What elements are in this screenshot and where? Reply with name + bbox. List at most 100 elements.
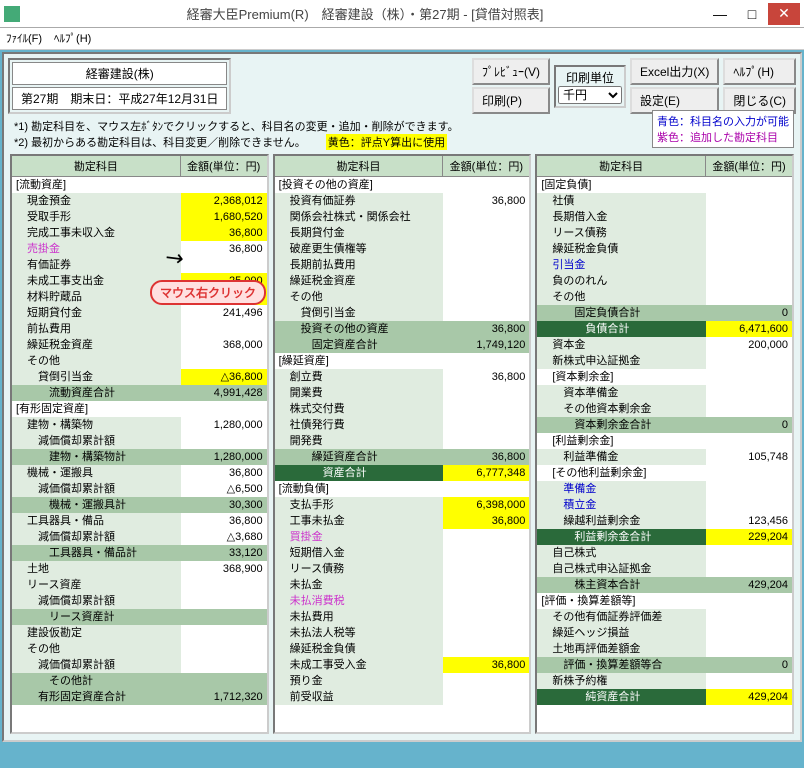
account-row[interactable]: 長期貸付金 — [275, 225, 530, 241]
account-row[interactable]: 有形固定資産合計1,712,320 — [12, 689, 267, 705]
account-row[interactable]: 資本剰余金合計0 — [537, 417, 792, 433]
account-row[interactable]: 流動資産合計4,991,428 — [12, 385, 267, 401]
account-row[interactable]: その他有価証券評価差 — [537, 609, 792, 625]
account-row[interactable]: 未成工事受入金36,800 — [275, 657, 530, 673]
account-row[interactable]: その他 — [12, 353, 267, 369]
account-row[interactable]: 創立費36,800 — [275, 369, 530, 385]
account-row[interactable]: その他 — [275, 289, 530, 305]
account-row[interactable]: 引当金 — [537, 257, 792, 273]
account-row[interactable]: 固定負債合計0 — [537, 305, 792, 321]
account-row[interactable]: 未払法人税等 — [275, 625, 530, 641]
account-row[interactable]: 減価償却累計額△6,500 — [12, 481, 267, 497]
account-row[interactable]: 貸倒引当金 — [275, 305, 530, 321]
account-row[interactable]: リース債務 — [537, 225, 792, 241]
account-row[interactable]: 受取手形1,680,520 — [12, 209, 267, 225]
preview-button[interactable]: ﾌﾟﾚﾋﾞｭｰ(V) — [472, 58, 550, 85]
account-row[interactable]: 利益剰余金合計229,204 — [537, 529, 792, 545]
account-row[interactable]: 短期借入金 — [275, 545, 530, 561]
maximize-button[interactable]: □ — [736, 3, 768, 25]
account-row[interactable]: 資本準備金 — [537, 385, 792, 401]
account-row[interactable]: 負債合計6,471,600 — [537, 321, 792, 337]
account-row[interactable]: その他 — [537, 289, 792, 305]
account-row[interactable]: 繰延資産合計36,800 — [275, 449, 530, 465]
print-button[interactable]: 印刷(P) — [472, 87, 550, 114]
account-row[interactable]: 完成工事未収入金36,800 — [12, 225, 267, 241]
account-row[interactable]: 純資産合計429,204 — [537, 689, 792, 705]
account-row[interactable]: その他 — [12, 641, 267, 657]
account-row[interactable]: 開業費 — [275, 385, 530, 401]
account-row[interactable]: 土地368,900 — [12, 561, 267, 577]
account-row[interactable]: 前払費用 — [12, 321, 267, 337]
account-row[interactable]: [流動負債] — [275, 481, 530, 497]
account-row[interactable]: 現金預金2,368,012 — [12, 193, 267, 209]
account-row[interactable]: 買掛金 — [275, 529, 530, 545]
unit-select[interactable]: 千円 — [558, 86, 622, 104]
account-row[interactable]: 工事未払金36,800 — [275, 513, 530, 529]
excel-button[interactable]: Excel出力(X) — [630, 58, 719, 85]
account-row[interactable]: 新株式申込証拠金 — [537, 353, 792, 369]
account-row[interactable]: 長期借入金 — [537, 209, 792, 225]
account-row[interactable]: [利益剰余金] — [537, 433, 792, 449]
account-row[interactable]: [その他利益剰余金] — [537, 465, 792, 481]
account-row[interactable]: 前受収益 — [275, 689, 530, 705]
account-row[interactable]: [評価・換算差額等] — [537, 593, 792, 609]
account-row[interactable]: 資産合計6,777,348 — [275, 465, 530, 481]
help-button[interactable]: ﾍﾙﾌﾟ(H) — [723, 58, 796, 85]
account-row[interactable]: 預り金 — [275, 673, 530, 689]
account-row[interactable]: 繰延ヘッジ損益 — [537, 625, 792, 641]
account-row[interactable]: [固定負債] — [537, 177, 792, 193]
account-row[interactable]: 未払費用 — [275, 609, 530, 625]
account-row[interactable]: リース資産 — [12, 577, 267, 593]
account-row[interactable]: 利益準備金105,748 — [537, 449, 792, 465]
account-row[interactable]: [流動資産] — [12, 177, 267, 193]
account-row[interactable]: 支払手形6,398,000 — [275, 497, 530, 513]
account-row[interactable]: 未払金 — [275, 577, 530, 593]
account-row[interactable]: 関係会社株式・関係会社 — [275, 209, 530, 225]
account-row[interactable]: 新株予約権 — [537, 673, 792, 689]
account-row[interactable]: 投資その他の資産36,800 — [275, 321, 530, 337]
account-row[interactable]: [資本剰余金] — [537, 369, 792, 385]
account-row[interactable]: [有形固定資産] — [12, 401, 267, 417]
account-row[interactable]: 減価償却累計額 — [12, 433, 267, 449]
account-row[interactable]: 社債発行費 — [275, 417, 530, 433]
account-row[interactable]: その他計 — [12, 673, 267, 689]
account-row[interactable]: [投資その他の資産] — [275, 177, 530, 193]
account-row[interactable]: 建物・構築物1,280,000 — [12, 417, 267, 433]
account-row[interactable]: 社債 — [537, 193, 792, 209]
account-row[interactable]: 未払消費税 — [275, 593, 530, 609]
account-row[interactable]: 積立金 — [537, 497, 792, 513]
account-row[interactable]: 工具器具・備品36,800 — [12, 513, 267, 529]
account-row[interactable]: その他資本剰余金 — [537, 401, 792, 417]
account-row[interactable]: 工具器具・備品計33,120 — [12, 545, 267, 561]
close-button[interactable]: ✕ — [768, 3, 800, 25]
account-row[interactable]: 有価証券 — [12, 257, 267, 273]
account-row[interactable]: 評価・換算差額等合0 — [537, 657, 792, 673]
account-row[interactable]: リース資産計 — [12, 609, 267, 625]
account-row[interactable]: 自己株式申込証拠金 — [537, 561, 792, 577]
account-row[interactable]: 繰延税金資産368,000 — [12, 337, 267, 353]
account-row[interactable]: 開発費 — [275, 433, 530, 449]
minimize-button[interactable]: — — [704, 3, 736, 25]
account-row[interactable]: 機械・運搬具計30,300 — [12, 497, 267, 513]
account-row[interactable]: 株主資本合計429,204 — [537, 577, 792, 593]
account-row[interactable]: 株式交付費 — [275, 401, 530, 417]
account-row[interactable]: 準備金 — [537, 481, 792, 497]
account-row[interactable]: 繰延税金負債 — [537, 241, 792, 257]
account-row[interactable]: 土地再評価差額金 — [537, 641, 792, 657]
account-row[interactable]: 自己株式 — [537, 545, 792, 561]
account-row[interactable]: 売掛金36,800 — [12, 241, 267, 257]
account-row[interactable]: リース債務 — [275, 561, 530, 577]
menu-file[interactable]: ﾌｧｲﾙ(F) — [6, 30, 42, 47]
account-row[interactable]: 破産更生債権等 — [275, 241, 530, 257]
account-row[interactable]: 建物・構築物計1,280,000 — [12, 449, 267, 465]
account-row[interactable]: 長期前払費用 — [275, 257, 530, 273]
menu-help[interactable]: ﾍﾙﾌﾟ(H) — [54, 30, 91, 47]
account-row[interactable]: [繰延資産] — [275, 353, 530, 369]
account-row[interactable]: 繰延税金負債 — [275, 641, 530, 657]
account-row[interactable]: 減価償却累計額△3,680 — [12, 529, 267, 545]
account-row[interactable]: 繰越利益剰余金123,456 — [537, 513, 792, 529]
account-row[interactable]: 資本金200,000 — [537, 337, 792, 353]
account-row[interactable]: 短期貸付金241,496 — [12, 305, 267, 321]
account-row[interactable]: 減価償却累計額 — [12, 657, 267, 673]
account-row[interactable]: 機械・運搬具36,800 — [12, 465, 267, 481]
